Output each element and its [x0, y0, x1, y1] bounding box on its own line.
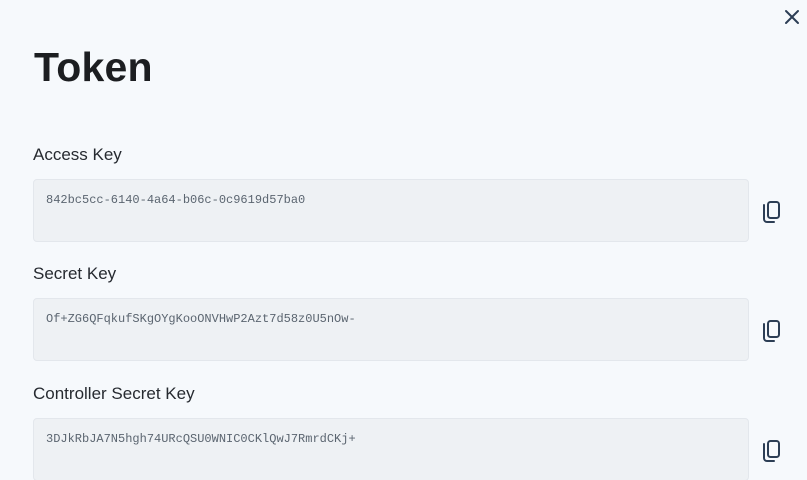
- controller-secret-key-value[interactable]: 3DJkRbJA7N5hgh74URcQSU0WNIC0CKlQwJ7RmrdC…: [33, 418, 749, 480]
- secret-key-field: Secret Key Of+ZG6QFqkufSKgOYgKooONVHwP2A…: [33, 264, 793, 363]
- controller-secret-key-row: 3DJkRbJA7N5hgh74URcQSU0WNIC0CKlQwJ7RmrdC…: [33, 418, 793, 480]
- access-key-label: Access Key: [33, 145, 122, 164]
- access-key-row: 842bc5cc-6140-4a64-b06c-0c9619d57ba0: [33, 179, 793, 244]
- close-icon: [785, 10, 799, 24]
- controller-secret-key-field: Controller Secret Key 3DJkRbJA7N5hgh74UR…: [33, 384, 793, 480]
- close-button[interactable]: [781, 6, 803, 28]
- copy-secret-key-button[interactable]: [759, 318, 783, 344]
- secret-key-label: Secret Key: [33, 264, 117, 283]
- token-dialog: Token Access Key 842bc5cc-6140-4a64-b06c…: [0, 0, 807, 480]
- copy-icon: [763, 320, 780, 342]
- copy-controller-secret-key-button[interactable]: [759, 438, 783, 464]
- secret-key-value[interactable]: Of+ZG6QFqkufSKgOYgKooONVHwP2Azt7d58z0U5n…: [33, 298, 749, 361]
- copy-icon: [763, 201, 780, 223]
- secret-key-row: Of+ZG6QFqkufSKgOYgKooONVHwP2Azt7d58z0U5n…: [33, 298, 793, 363]
- copy-icon: [763, 440, 780, 462]
- access-key-value[interactable]: 842bc5cc-6140-4a64-b06c-0c9619d57ba0: [33, 179, 749, 242]
- copy-access-key-button[interactable]: [759, 199, 783, 225]
- dialog-title: Token: [34, 44, 153, 90]
- controller-secret-key-label: Controller Secret Key: [33, 384, 195, 403]
- access-key-field: Access Key 842bc5cc-6140-4a64-b06c-0c961…: [33, 145, 793, 244]
